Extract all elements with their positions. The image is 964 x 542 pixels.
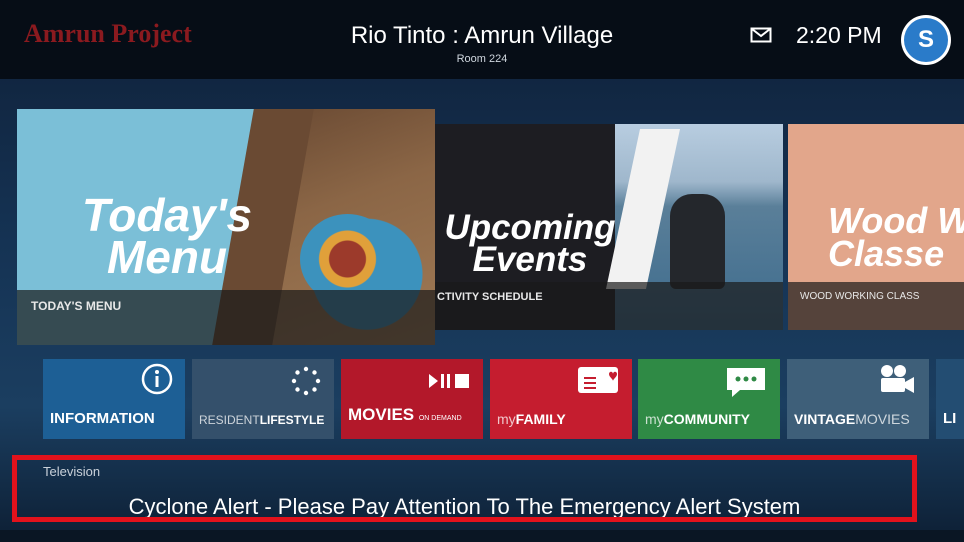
banner-title: Today's Menu xyxy=(81,189,253,284)
tile-label: VINTAGEMOVIES xyxy=(794,411,910,427)
banner-upcoming-events[interactable]: Upcoming Events CTIVITY SCHEDULE xyxy=(435,124,783,330)
chat-bubble-icon xyxy=(727,368,765,397)
alert-highlight-box xyxy=(12,455,917,522)
tile-label: RESIDENTLIFESTYLE xyxy=(199,413,325,427)
tile-label: myFAMILY xyxy=(497,411,566,427)
dots-circle-icon xyxy=(291,366,321,396)
tile-movies-on-demand[interactable]: MOVIES ON DEMAND xyxy=(341,359,483,439)
tile-my-community[interactable]: myCOMMUNITY xyxy=(638,359,780,439)
tile-label: INFORMATION xyxy=(50,410,155,427)
banner-todays-menu[interactable]: Today's Menu TODAY'S MENU xyxy=(17,109,435,345)
tile-information[interactable]: INFORMATION xyxy=(43,359,185,439)
clock: 2:20 PM xyxy=(796,22,882,48)
channel-row xyxy=(0,530,964,542)
message-heart-icon xyxy=(578,367,618,393)
banner-title: Wood W Classe xyxy=(828,200,964,275)
tile-vintage-movies[interactable]: VINTAGEMOVIES xyxy=(787,359,929,439)
tile-label: LI xyxy=(943,410,957,427)
avatar-letter: S xyxy=(904,18,948,62)
play-pause-stop-icon xyxy=(429,374,469,388)
banner-title: Upcoming Events xyxy=(444,208,616,280)
tile-label: MOVIES ON DEMAND xyxy=(348,405,462,424)
tile-resident-lifestyle[interactable]: RESIDENTLIFESTYLE xyxy=(192,359,334,439)
user-avatar[interactable]: S xyxy=(901,15,951,65)
mail-icon[interactable] xyxy=(750,27,772,43)
banner-caption: TODAY'S MENU xyxy=(31,299,122,313)
info-icon xyxy=(141,363,173,395)
tile-live[interactable]: LI xyxy=(936,359,964,439)
tv-home-screen: Amrun Project Rio Tinto : Amrun Village … xyxy=(0,0,964,542)
header-bar: Amrun Project Rio Tinto : Amrun Village … xyxy=(0,0,964,79)
tile-my-family[interactable]: myFAMILY xyxy=(490,359,632,439)
banner-caption: CTIVITY SCHEDULE xyxy=(437,291,543,303)
tile-label: myCOMMUNITY xyxy=(645,411,750,427)
film-camera-icon xyxy=(881,365,914,393)
banner-wood-working[interactable]: Wood W Classe WOOD WORKING CLASS xyxy=(788,124,964,330)
room-number: Room 224 xyxy=(456,53,508,65)
banner-caption: WOOD WORKING CLASS xyxy=(800,291,920,302)
